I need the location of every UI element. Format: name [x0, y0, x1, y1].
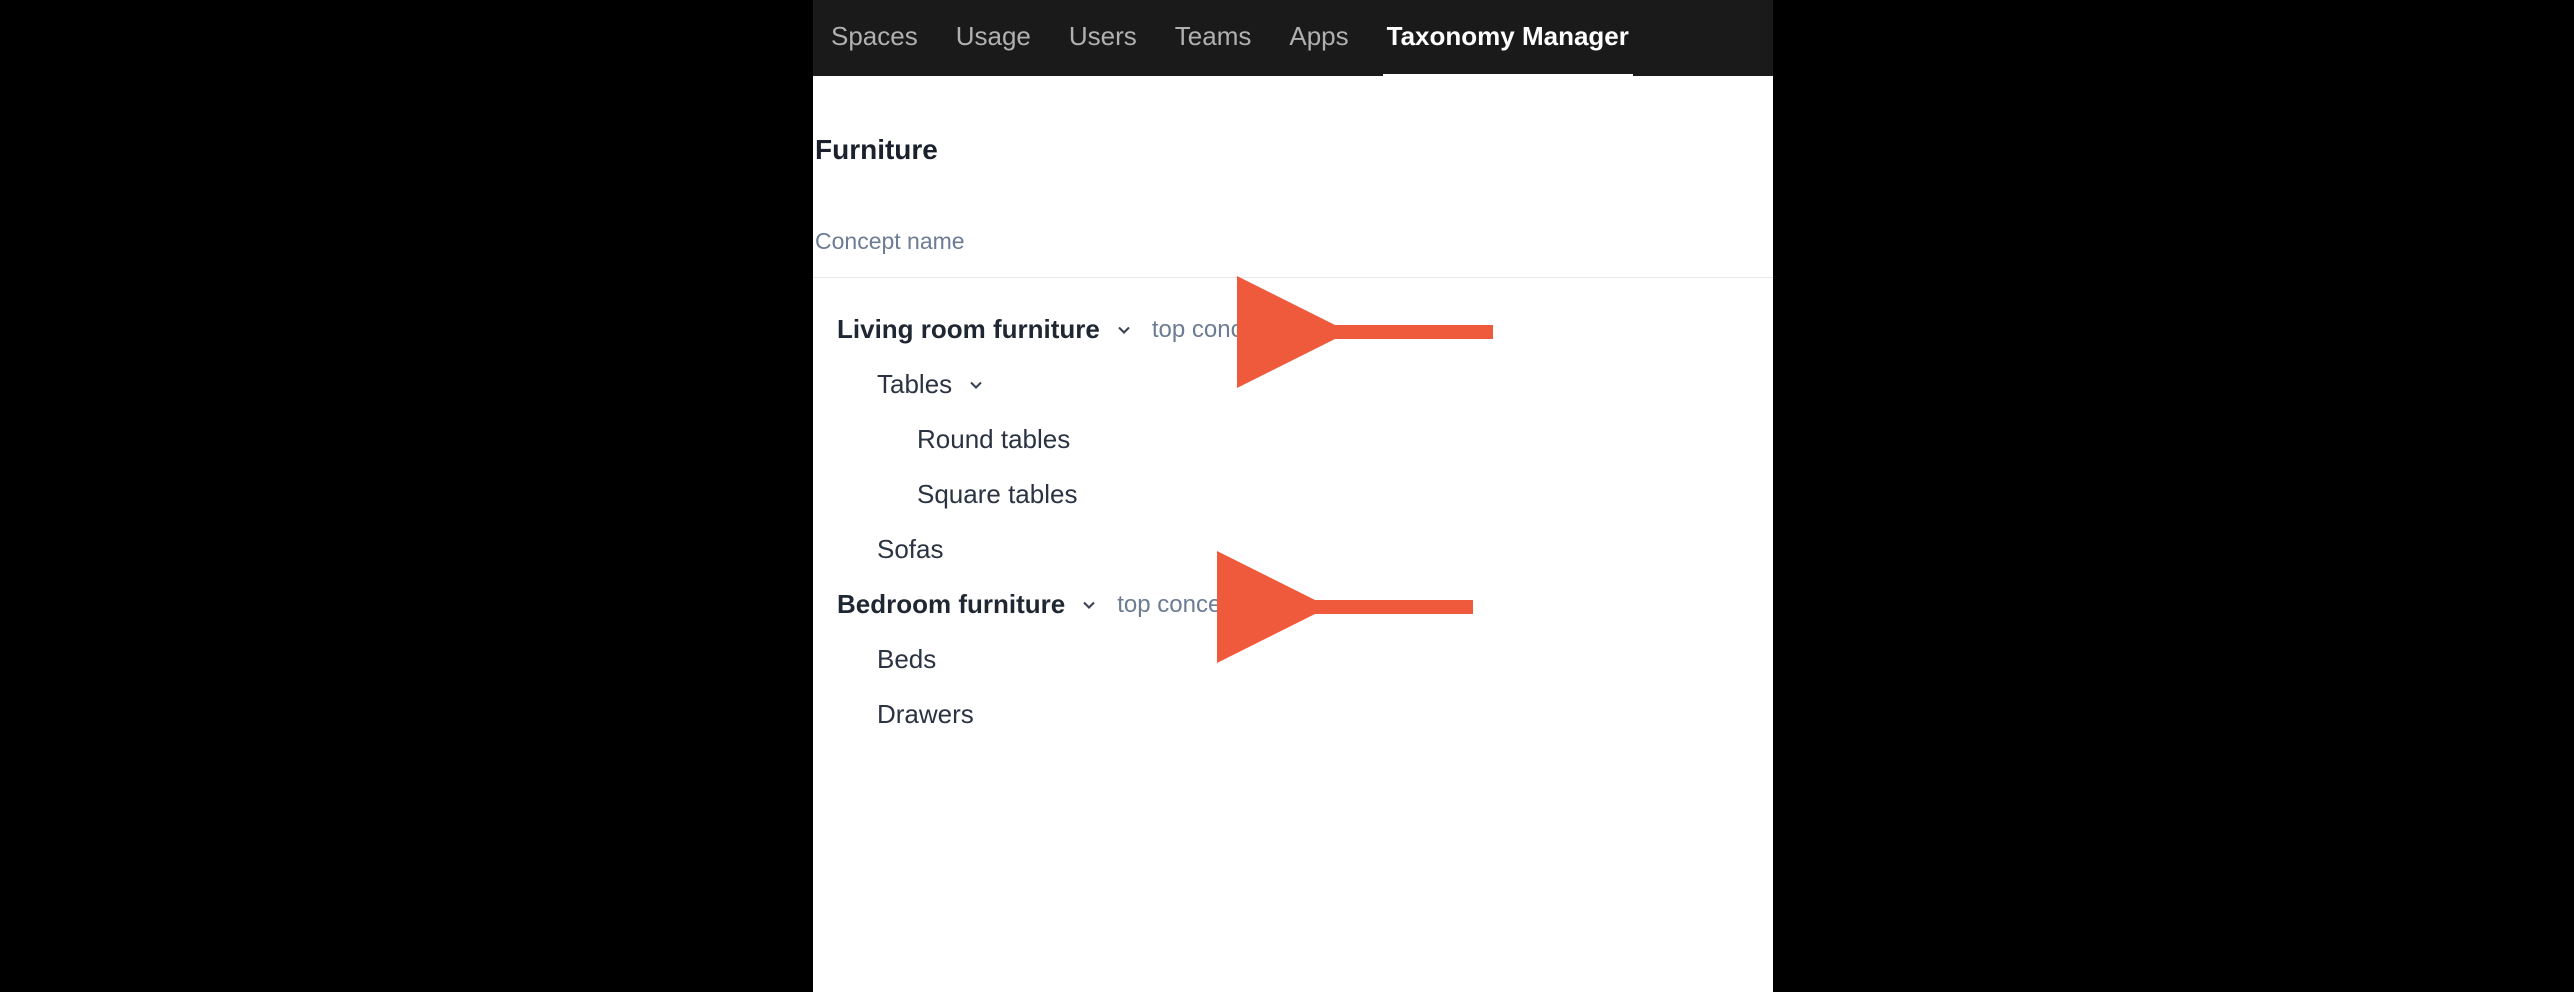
tree-label: Bedroom furniture	[837, 589, 1065, 620]
top-concept-badge: top concept	[1117, 591, 1241, 619]
chevron-down-icon	[1112, 318, 1136, 342]
tree-label: Drawers	[877, 699, 974, 730]
tree-label: Round tables	[917, 424, 1070, 455]
annotation-arrow	[1303, 310, 1503, 359]
chevron-down-icon	[1077, 593, 1101, 617]
top-nav: Spaces Usage Users Teams Apps Taxonomy M…	[813, 0, 1773, 76]
tree-row-beds[interactable]: Beds	[813, 632, 1773, 687]
tree-row-sofas[interactable]: Sofas	[813, 522, 1773, 577]
tree-row-drawers[interactable]: Drawers	[813, 687, 1773, 742]
tree-row-square-tables[interactable]: Square tables	[813, 467, 1773, 522]
tree-label: Living room furniture	[837, 314, 1100, 345]
tree-label: Sofas	[877, 534, 944, 565]
nav-users[interactable]: Users	[1065, 0, 1141, 77]
tree-label: Square tables	[917, 479, 1077, 510]
chevron-down-icon	[964, 373, 988, 397]
nav-teams[interactable]: Teams	[1171, 0, 1256, 77]
tree-label: Beds	[877, 644, 936, 675]
nav-usage[interactable]: Usage	[952, 0, 1035, 77]
top-concept-badge: top concept	[1152, 316, 1276, 344]
tree-row-living-room[interactable]: Living room furniture top concept	[813, 302, 1773, 357]
nav-taxonomy-manager[interactable]: Taxonomy Manager	[1383, 0, 1633, 77]
app-panel: Spaces Usage Users Teams Apps Taxonomy M…	[813, 0, 1773, 992]
annotation-arrow	[1283, 585, 1483, 634]
content-area: Furniture Concept name Living room furni…	[813, 76, 1773, 992]
concept-tree: Living room furniture top concept	[813, 278, 1773, 742]
tree-row-tables[interactable]: Tables	[813, 357, 1773, 412]
nav-apps[interactable]: Apps	[1285, 0, 1352, 77]
tree-row-round-tables[interactable]: Round tables	[813, 412, 1773, 467]
tree-row-bedroom[interactable]: Bedroom furniture top concept	[813, 577, 1773, 632]
tree-label: Tables	[877, 369, 952, 400]
column-header-concept-name: Concept name	[813, 166, 1773, 278]
page-title: Furniture	[813, 76, 1773, 166]
nav-spaces[interactable]: Spaces	[827, 0, 922, 77]
